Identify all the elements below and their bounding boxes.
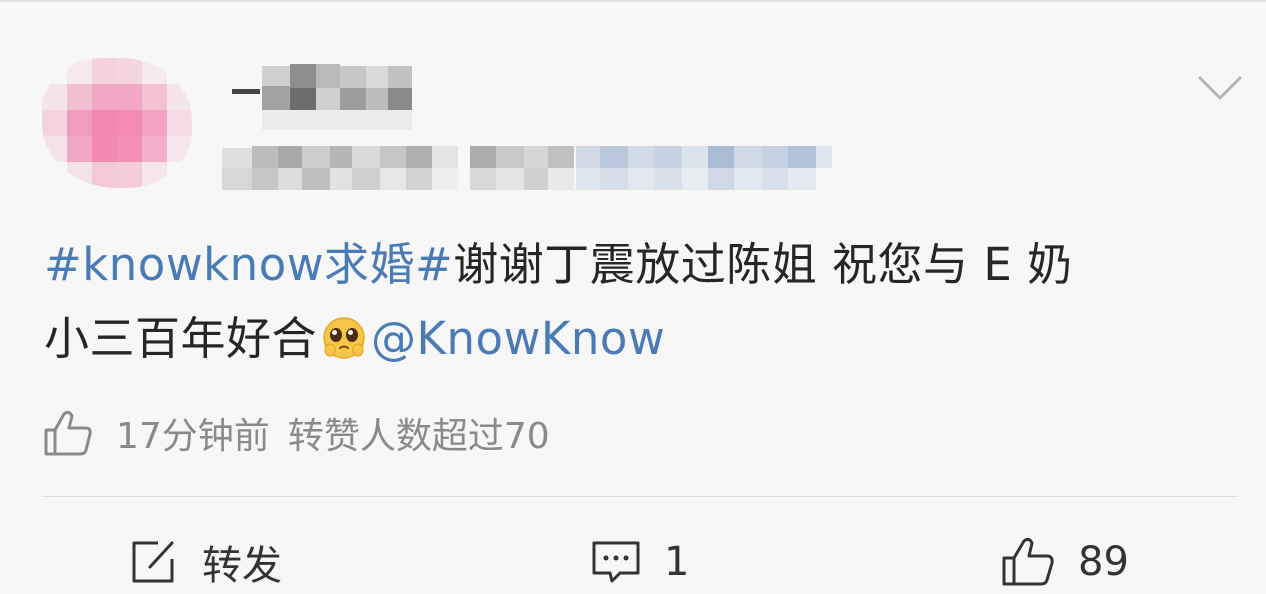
post-text-line-2: 小三百年好合 xyxy=(44,312,318,365)
comment-icon xyxy=(592,541,640,583)
username-pixelated[interactable] xyxy=(218,60,432,136)
post-line-1: #knowknow求婚#谢谢丁震放过陈姐 祝您与 E 奶 xyxy=(44,228,1224,302)
pleading-face-emoji-icon xyxy=(321,308,367,359)
comment-button[interactable]: 1 xyxy=(590,532,689,592)
top-divider xyxy=(0,0,1266,2)
chevron-down-icon[interactable] xyxy=(1196,70,1244,106)
hashtag-link[interactable]: #knowknow求婚# xyxy=(44,238,453,291)
post-content: #knowknow求婚#谢谢丁震放过陈姐 祝您与 E 奶 小三百年好合 @Kno… xyxy=(44,228,1224,376)
engagement-summary: 转赞人数超过70 xyxy=(287,416,550,457)
avatar[interactable] xyxy=(42,58,192,188)
like-count: 89 xyxy=(1078,539,1129,585)
edit-share-icon xyxy=(132,541,174,583)
thumbs-up-icon xyxy=(44,410,92,456)
repost-button[interactable]: 转发 xyxy=(128,532,282,592)
repost-label: 转发 xyxy=(202,543,282,589)
thumbs-up-icon xyxy=(1002,537,1054,586)
post-meta-row: 17分钟前 转赞人数超过70 xyxy=(42,405,550,461)
action-divider xyxy=(42,496,1238,497)
mention-link[interactable]: @KnowKnow xyxy=(371,312,665,365)
post-source-pixelated xyxy=(222,144,834,194)
comment-count: 1 xyxy=(664,539,690,585)
post-time: 17分钟前 xyxy=(116,416,270,457)
post-line-2: 小三百年好合 @KnowKnow xyxy=(44,302,1224,376)
like-button[interactable]: 89 xyxy=(1000,532,1129,592)
post-text-line-1: 谢谢丁震放过陈姐 祝您与 E 奶 xyxy=(453,238,1073,291)
